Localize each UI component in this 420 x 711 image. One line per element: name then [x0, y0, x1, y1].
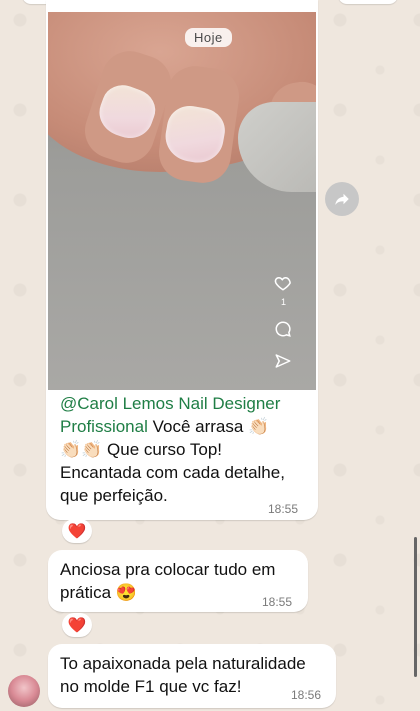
- message-caption: @Carol Lemos Nail Designer Profissional …: [60, 392, 308, 507]
- forward-icon: [335, 193, 349, 205]
- top-element-right: [338, 0, 398, 4]
- date-chip: Hoje: [185, 28, 232, 47]
- message-text: Anciosa pra colocar tudo em prática 😍: [60, 558, 275, 604]
- heart-reaction[interactable]: ❤️: [62, 613, 92, 637]
- caption-text: que perfeição.: [60, 486, 168, 505]
- scrollbar-thumb[interactable]: [414, 537, 417, 677]
- message-line: To apaixonada pela naturalidade: [60, 654, 306, 673]
- message-time: 18:55: [262, 595, 293, 609]
- heart-reaction[interactable]: ❤️: [62, 519, 92, 543]
- send-icon[interactable]: [274, 352, 292, 375]
- cloth-image: [238, 102, 316, 192]
- caption-text: Você arrasa 👏🏻: [147, 417, 270, 436]
- message-line: no molde F1 que vc faz!: [60, 677, 242, 696]
- message-time: 18:55: [268, 502, 299, 516]
- avatar[interactable]: [8, 675, 40, 707]
- message-time: 18:56: [291, 688, 322, 702]
- forward-button[interactable]: [325, 182, 359, 216]
- message-line: Anciosa pra colocar tudo em: [60, 560, 276, 579]
- comment-icon[interactable]: [274, 320, 292, 343]
- caption-text: Encantada com cada detalhe,: [60, 463, 285, 482]
- message-text: To apaixonada pela naturalidade no molde…: [60, 652, 306, 698]
- video-thumbnail[interactable]: 1: [48, 12, 316, 390]
- message-line: prática 😍: [60, 583, 137, 602]
- like-count: 1: [280, 297, 286, 307]
- caption-text: 👏🏻👏🏻 Que curso Top!: [60, 440, 223, 459]
- heart-icon[interactable]: [274, 274, 292, 297]
